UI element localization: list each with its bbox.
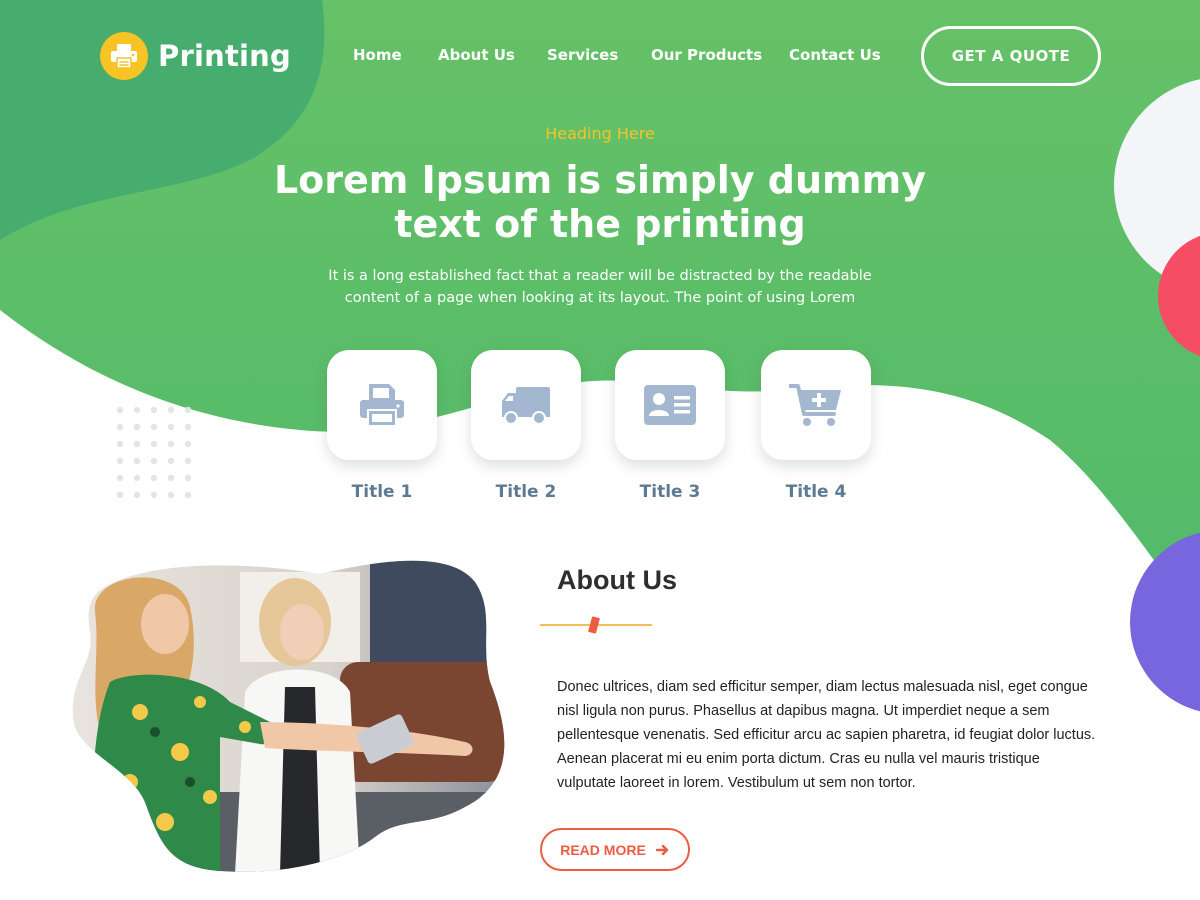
nav-about-us[interactable]: About Us <box>438 46 515 64</box>
feature-card-box <box>761 350 871 460</box>
about-body: Donec ultrices, diam sed efficitur sempe… <box>557 679 1096 791</box>
id-card-icon <box>644 385 696 425</box>
nav-services[interactable]: Services <box>547 46 618 64</box>
feature-card-2[interactable]: Title 2 <box>471 350 581 502</box>
feature-card-1[interactable]: Title 1 <box>327 350 437 502</box>
feature-card-box <box>471 350 581 460</box>
read-more-button[interactable]: READ MORE <box>540 828 690 871</box>
section-divider <box>540 616 652 634</box>
nav-home[interactable]: Home <box>353 46 402 64</box>
about-photo <box>72 560 505 872</box>
feature-card-3[interactable]: Title 3 <box>615 350 725 502</box>
read-more-label: READ MORE <box>560 841 646 858</box>
arrow-right-icon <box>655 844 668 855</box>
hero-title: Lorem Ipsum is simply dummy text of the … <box>273 158 927 246</box>
brand-logo[interactable]: Printing <box>100 32 291 80</box>
nav-our-products[interactable]: Our Products <box>651 46 762 64</box>
feature-title: Title 2 <box>495 482 557 502</box>
get-a-quote-button[interactable]: GET A QUOTE <box>921 26 1101 86</box>
brand-name: Printing <box>158 39 291 73</box>
feature-card-box <box>327 350 437 460</box>
truck-icon <box>502 387 550 425</box>
feature-card-4[interactable]: Title 4 <box>761 350 871 502</box>
hero-description: It is a long established fact that a rea… <box>328 268 872 306</box>
decor-dot-grid <box>116 406 192 499</box>
feature-title: Title 4 <box>785 482 847 502</box>
printer-icon <box>100 32 148 80</box>
hero-kicker: Heading Here <box>545 124 655 143</box>
decor-purple-circle <box>1130 532 1200 712</box>
nav-contact-us[interactable]: Contact Us <box>789 46 881 64</box>
feature-card-box <box>615 350 725 460</box>
cart-plus-icon <box>789 384 841 426</box>
feature-title: Title 1 <box>351 482 413 502</box>
printer-icon <box>360 384 404 427</box>
feature-title: Title 3 <box>639 482 701 502</box>
about-title: About Us <box>557 565 677 595</box>
